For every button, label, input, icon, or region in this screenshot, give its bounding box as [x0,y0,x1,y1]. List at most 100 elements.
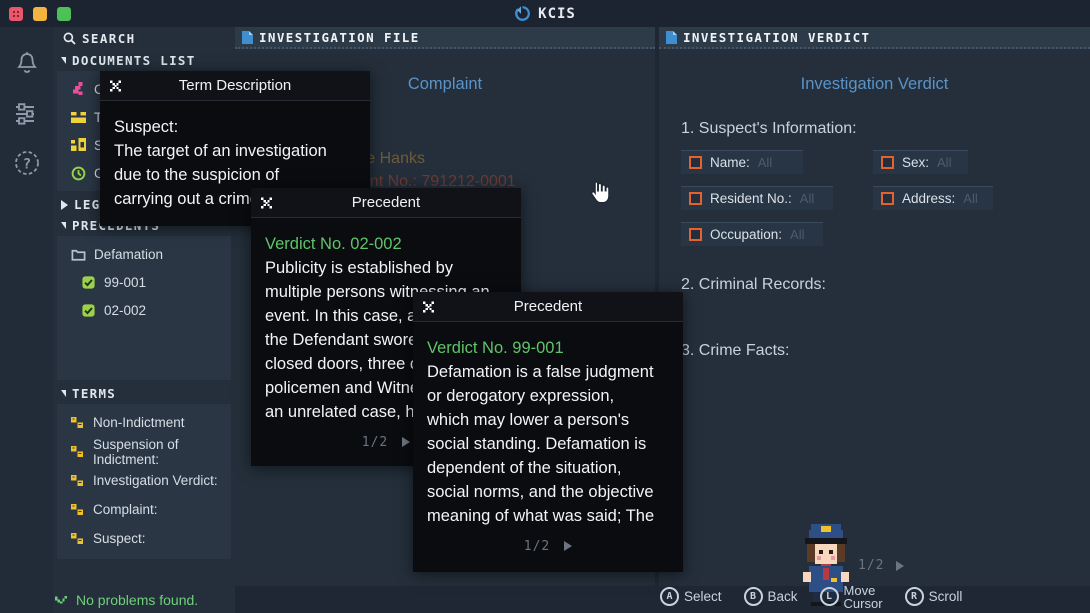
arrow-right-icon[interactable] [402,437,410,447]
precedents-list: Defamation 99-001 02-002 [57,236,231,380]
question-icon: ? [13,149,41,177]
button-b-icon: B [744,587,763,606]
close-x-icon[interactable] [421,299,436,314]
arrow-right-icon[interactable] [564,541,572,551]
investigation-verdict-body[interactable]: Investigation Verdict 1. Suspect's Infor… [659,49,1090,584]
close-x-icon[interactable] [259,195,274,210]
button-r-icon: R [905,587,924,606]
term-item-suspension-of-indictment[interactable]: Suspension of Indictment: [57,437,231,466]
field-name[interactable]: Name: All [681,150,803,174]
field-row-2: Resident No.: All Address: All [681,186,1090,210]
hint-back[interactable]: B Back [744,587,798,606]
panel-title: INVESTIGATION VERDICT [683,30,870,45]
page-indicator: 1/2 [524,539,550,554]
hint-select[interactable]: A Select [660,587,722,606]
term-label: Suspect: [93,531,146,546]
svg-text:?: ? [22,156,30,172]
rail-item-help[interactable]: ? [0,138,53,187]
close-x-icon[interactable] [108,78,123,93]
term-label: Complaint: [93,502,158,517]
term-label: Suspension of Indictment: [93,437,231,467]
group-terms[interactable]: TERMS [53,383,235,404]
term-icon [70,473,85,488]
term-item-suspect[interactable]: Suspect: [57,524,231,553]
term-icon [70,444,85,459]
term-icon [70,502,85,517]
page-indicator: 1/2 [362,435,388,450]
investigation-file-header: INVESTIGATION FILE [235,27,655,49]
terms-list: Non-Indictment Suspension of Indictment:… [57,404,231,559]
bell-icon [14,51,40,79]
precedent-label: 99-001 [104,275,146,290]
check-mark-icon [54,592,69,607]
term-icon [70,531,85,546]
term-item-complaint[interactable]: Complaint: [57,495,231,524]
verdict-number: Verdict No. 99-001 [427,336,669,360]
page-indicator-text: 1/2 [858,558,884,573]
clock-green-icon [71,166,86,181]
group-documents-list[interactable]: DOCUMENTS LIST [53,50,235,71]
status-message-group: No problems found. [53,592,198,608]
investigation-verdict-header: INVESTIGATION VERDICT [659,27,1090,49]
field-occupation[interactable]: Occupation: All [681,222,823,246]
close-button[interactable] [9,7,23,21]
folder-icon [71,247,86,262]
button-a-icon: A [660,587,679,606]
plaintiff-name: Eugene Hanks [320,147,655,170]
checkbox-icon[interactable] [881,156,894,169]
icon-rail: ? [0,27,53,613]
maximize-button[interactable] [57,7,71,21]
field-label: Name: [710,155,750,170]
hint-move-cursor[interactable]: L Move Cursor [820,584,883,610]
check-green-icon [81,275,96,290]
field-value: All [963,191,977,206]
group-terms-label: TERMS [72,386,116,401]
chevron-down-icon [61,390,66,397]
status-message: No problems found. [76,592,198,608]
field-label: Resident No.: [710,191,792,206]
hint-label-line1: Move [844,584,883,597]
document-icon [242,31,253,44]
verdict-section-2: 2. Criminal Records: [681,276,1090,294]
popup-header: Term Description [100,71,370,101]
app-title-text: KCIS [538,6,576,22]
arrow-right-icon[interactable] [896,561,904,571]
verdict-section-1: 1. Suspect's Information: [681,120,1090,138]
checkbox-icon[interactable] [689,156,702,169]
field-label: Address: [902,191,955,206]
field-address[interactable]: Address: All [873,186,993,210]
minimize-button[interactable] [33,7,47,21]
panel-title: INVESTIGATION FILE [259,30,420,45]
precedent-folder-defamation[interactable]: Defamation [57,240,231,268]
field-value: All [800,191,814,206]
verdict-section-3: 3. Crime Facts: [681,342,1090,360]
field-row-1: Name: All Sex: All [681,150,1090,174]
popup-title: Precedent [514,298,582,315]
precedent-item-99-001[interactable]: 99-001 [57,268,231,296]
hint-label: Select [684,589,722,604]
sliders-icon [13,102,41,126]
checkbox-icon[interactable] [689,192,702,205]
term-item-investigation-verdict[interactable]: Investigation Verdict: [57,466,231,495]
window-controls [0,7,71,21]
field-resident-no[interactable]: Resident No.: All [681,186,833,210]
precedent-label: 02-002 [104,303,146,318]
popup-term: Suspect: [114,115,356,139]
checkbox-icon[interactable] [881,192,894,205]
popup-precedent-99-001[interactable]: Precedent Verdict No. 99-001 Defamation … [413,292,683,572]
search-input[interactable]: SEARCH [53,27,235,50]
button-hints: A Select B Back L Move Cursor R Scroll [660,580,1090,613]
rail-item-settings[interactable] [0,89,53,138]
chevron-down-icon [61,222,66,229]
precedent-item-02-002[interactable]: 02-002 [57,296,231,324]
people-yellow-icon [71,110,86,125]
button-l-icon: L [820,587,839,606]
field-sex[interactable]: Sex: All [873,150,968,174]
hint-scroll[interactable]: R Scroll [905,587,963,606]
title-bar: KCIS [0,0,1090,27]
checkbox-icon[interactable] [689,228,702,241]
chevron-right-icon [61,200,68,210]
term-item-non-indictment[interactable]: Non-Indictment [57,408,231,437]
rail-item-notifications[interactable] [0,40,53,89]
main-page-indicator: 1/2 [858,558,904,573]
